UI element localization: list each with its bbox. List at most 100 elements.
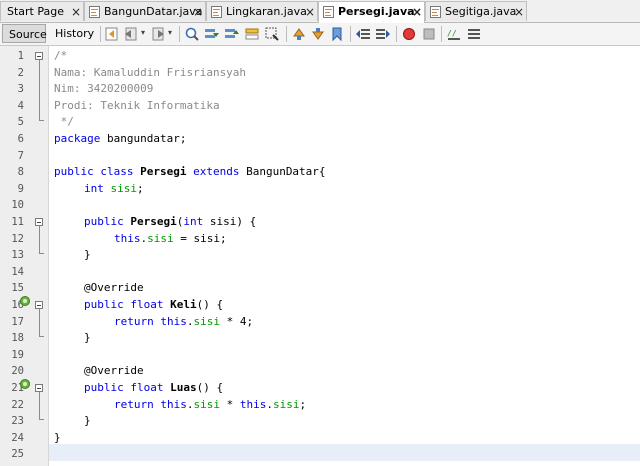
code-text: sisi) { [203,215,257,228]
fold-collapse-icon[interactable] [35,384,43,392]
tab-bangundatar[interactable]: BangunDatar.java × [84,1,206,21]
stop-macro-icon[interactable] [421,26,437,42]
line-number: 18 [11,332,24,345]
next-bookmark-icon[interactable] [310,26,326,42]
forward-icon[interactable] [150,26,166,42]
code-line: this.sisi = sisi; [114,231,640,248]
annotation: @Override [84,281,144,295]
code-line: } [84,247,640,264]
toolbar-separator [396,26,397,42]
code-line: Prodi: Teknik Informatika [54,98,640,115]
find-icon[interactable] [184,26,200,42]
field-name: sisi [110,181,138,195]
keyword: public float [84,381,164,394]
code-area[interactable]: /* Nama: Kamaluddin Frisriansyah Nim: 34… [49,46,640,466]
code-line: } [84,330,640,347]
code-line: public float Keli() { [84,297,640,314]
line-number: 2 [17,66,24,79]
tab-label: Lingkaran.java [226,5,307,18]
forward-dropdown-icon[interactable]: ▾ [168,28,172,37]
line-number-gutter: 1 2 3 4 5 6 7 8 9 10 11 12 13 14 15 16 1… [0,46,49,466]
code-line: public float Luas() { [84,380,640,397]
toggle-bookmark-icon[interactable] [329,26,345,42]
tab-close-icon[interactable]: × [193,2,203,22]
back-icon[interactable] [123,26,139,42]
code-line: } [54,430,640,447]
find-selection-icon[interactable] [264,26,280,42]
toolbar-separator [286,26,287,42]
override-marker-icon[interactable] [20,296,30,306]
shift-right-icon[interactable] [375,26,391,42]
fold-guide-end [39,336,44,337]
toolbar-separator [441,26,442,42]
method-name: Persegi [130,215,177,228]
history-view-button[interactable]: History [49,24,97,43]
code-text: } [84,414,91,428]
find-previous-icon[interactable] [204,26,220,42]
code-line: int sisi; [84,181,640,198]
code-text: * [219,397,240,411]
code-line: } [84,413,640,430]
fold-guide-end [39,120,44,121]
code-line: /* [54,48,640,65]
line-number: 17 [11,315,24,328]
code-text: () { [196,381,224,394]
code-line: return this.sisi * this.sisi; [114,397,640,414]
keyword: this [114,231,141,245]
keyword: int [183,215,204,228]
code-text: . [266,397,273,411]
override-marker-icon[interactable] [20,379,30,389]
tab-start-page[interactable]: Start Page × [0,1,84,21]
comment-icon[interactable]: // [446,26,462,42]
line-number: 24 [11,431,24,444]
code-line: @Override [84,363,640,380]
field-name: sisi [193,314,220,328]
line-number: 12 [11,232,24,245]
line-number: 25 [11,448,24,461]
field-name: sisi [272,397,300,411]
code-editor[interactable]: 1 2 3 4 5 6 7 8 9 10 11 12 13 14 15 16 1… [0,46,640,466]
fold-collapse-icon[interactable] [35,301,43,309]
previous-bookmark-icon[interactable] [291,26,307,42]
source-view-button[interactable]: Source [2,24,47,43]
tab-label: BangunDatar.java [104,5,203,18]
line-number: 23 [11,415,24,428]
keyword: return this [114,397,187,411]
fold-collapse-icon[interactable] [35,52,43,60]
tab-lingkaran[interactable]: Lingkaran.java × [206,1,318,21]
toggle-highlight-icon[interactable] [244,26,260,42]
start-macro-icon[interactable] [401,26,417,42]
tab-persegi[interactable]: Persegi.java × [318,1,425,23]
tab-close-icon[interactable]: × [412,2,422,22]
java-file-icon [323,6,334,18]
code-text: } [84,331,91,345]
comment-text: Prodi: Teknik Informatika [54,98,220,112]
java-file-icon [89,6,100,18]
line-number: 10 [11,199,24,212]
last-edit-icon[interactable] [104,26,120,42]
toolbar-separator [179,26,180,42]
fold-collapse-icon[interactable] [35,218,43,226]
toolbar-separator [100,26,101,42]
tab-label: Persegi.java [338,5,415,18]
tab-close-icon[interactable]: × [305,2,315,22]
line-number: 13 [11,249,24,262]
code-line: @Override [84,280,640,297]
method-name: Luas [170,381,197,394]
line-number: 6 [17,133,24,145]
keyword: public class [54,165,134,179]
shift-left-icon[interactable] [355,26,371,42]
line-number: 14 [11,265,24,278]
uncomment-icon[interactable] [466,26,482,42]
tab-close-icon[interactable]: × [71,2,81,22]
find-next-icon[interactable] [224,26,240,42]
code-line: */ [54,114,640,131]
back-dropdown-icon[interactable]: ▾ [141,28,145,37]
tab-close-icon[interactable]: × [514,2,524,22]
tab-label: Start Page [7,5,64,18]
keyword: this [239,397,267,411]
code-line: public Persegi(int sisi) { [84,214,640,231]
line-number: 7 [17,149,24,162]
tab-segitiga[interactable]: Segitiga.java × [425,1,527,21]
field-name: sisi [193,397,220,411]
